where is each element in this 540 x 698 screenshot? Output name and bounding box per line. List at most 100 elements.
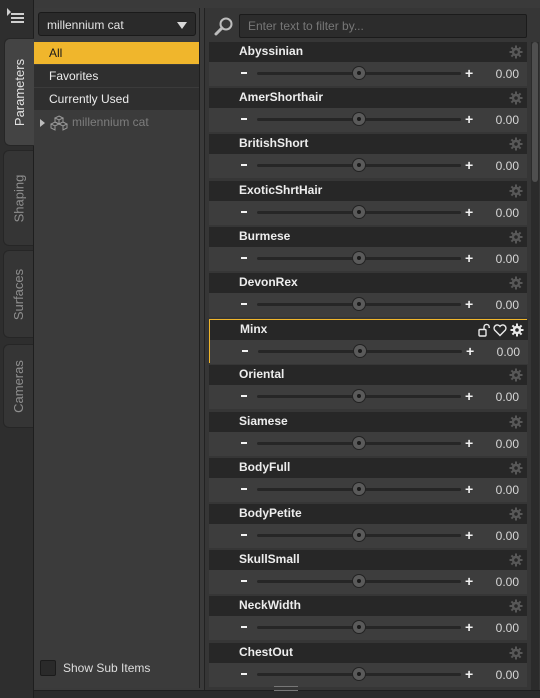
parameter-row[interactable]: AmerShorthair +0.00: [209, 88, 527, 133]
decrement-button[interactable]: [241, 256, 247, 259]
parameter-row[interactable]: BodyPetite +0.00: [209, 504, 527, 548]
parameter-row[interactable]: Siamese +0.00: [209, 411, 527, 456]
parameter-value[interactable]: 0.00: [496, 483, 519, 497]
decrement-button[interactable]: [241, 395, 247, 398]
parameter-value[interactable]: 0.00: [496, 529, 519, 543]
parameter-row[interactable]: ChestOut +0.00: [209, 642, 527, 687]
parameter-row[interactable]: Burmese +0.00: [209, 226, 527, 271]
gear-icon[interactable]: [510, 323, 524, 337]
decrement-button[interactable]: [241, 164, 247, 167]
gear-icon[interactable]: [509, 599, 523, 613]
gear-icon[interactable]: [509, 184, 523, 198]
parameter-row[interactable]: BodyFull +0.00: [209, 457, 527, 502]
parameter-value[interactable]: 0.00: [497, 345, 520, 359]
increment-button[interactable]: +: [465, 619, 473, 635]
gear-icon[interactable]: [509, 276, 523, 290]
increment-button[interactable]: +: [465, 111, 473, 127]
decrement-button[interactable]: [241, 441, 247, 444]
gear-icon[interactable]: [509, 507, 523, 521]
increment-button[interactable]: +: [465, 157, 473, 173]
heart-icon[interactable]: [493, 323, 507, 337]
category-item-all[interactable]: All: [34, 42, 199, 65]
slider-thumb[interactable]: [353, 344, 367, 359]
show-sub-items-checkbox[interactable]: [40, 660, 56, 676]
gear-icon[interactable]: [509, 137, 523, 151]
gear-icon[interactable]: [509, 45, 523, 59]
parameter-value[interactable]: 0.00: [496, 159, 519, 173]
increment-button[interactable]: +: [465, 435, 473, 451]
increment-button[interactable]: +: [465, 481, 473, 497]
decrement-button[interactable]: [241, 626, 247, 629]
category-item-favorites[interactable]: Favorites: [34, 65, 199, 88]
parameter-row[interactable]: ExoticShrtHair +0.00: [209, 180, 527, 225]
decrement-button[interactable]: [241, 487, 247, 490]
slider-thumb[interactable]: [352, 297, 366, 311]
increment-button[interactable]: +: [465, 65, 473, 81]
parameter-row[interactable]: SkullSmall +0.00: [209, 550, 527, 595]
tab-surfaces[interactable]: Surfaces: [3, 250, 33, 338]
increment-button[interactable]: +: [465, 204, 473, 220]
increment-button[interactable]: +: [465, 250, 473, 266]
parameter-value[interactable]: 0.00: [496, 67, 519, 81]
parameter-value[interactable]: 0.00: [496, 575, 519, 589]
parameter-value[interactable]: 0.00: [496, 390, 519, 404]
gear-icon[interactable]: [509, 368, 523, 382]
slider-thumb[interactable]: [352, 158, 366, 173]
expand-arrow-icon[interactable]: [40, 119, 45, 127]
parameter-value[interactable]: 0.00: [496, 668, 519, 682]
parameter-scrollbar[interactable]: [531, 42, 539, 692]
parameter-row[interactable]: Oriental +0.00: [209, 365, 527, 410]
slider-thumb[interactable]: [352, 666, 366, 681]
gear-icon[interactable]: [509, 646, 523, 660]
decrement-button[interactable]: [241, 534, 247, 536]
slider-thumb[interactable]: [352, 204, 366, 219]
decrement-button[interactable]: [241, 672, 247, 675]
increment-button[interactable]: +: [465, 527, 473, 543]
increment-button[interactable]: +: [466, 343, 474, 359]
slider-thumb[interactable]: [352, 250, 366, 265]
pane-menu-icon[interactable]: [7, 8, 27, 28]
gear-icon[interactable]: [509, 461, 523, 475]
parameter-value[interactable]: 0.00: [496, 206, 519, 220]
tab-shaping[interactable]: Shaping: [3, 150, 33, 246]
tree-node-figure[interactable]: millennium cat: [34, 111, 199, 134]
slider-thumb[interactable]: [352, 435, 366, 450]
gear-icon[interactable]: [509, 553, 523, 567]
resize-grip[interactable]: [274, 686, 298, 691]
parameter-row[interactable]: DevonRex +0.00: [209, 273, 527, 317]
parameter-row[interactable]: NeckWidth +0.00: [209, 596, 527, 641]
increment-button[interactable]: +: [465, 573, 473, 589]
decrement-button[interactable]: [241, 210, 247, 213]
gear-icon[interactable]: [509, 91, 523, 105]
decrement-button[interactable]: [241, 580, 247, 583]
lock-icon[interactable]: [476, 323, 490, 337]
decrement-button[interactable]: [241, 118, 247, 121]
increment-button[interactable]: +: [465, 666, 473, 682]
parameter-value[interactable]: 0.00: [496, 621, 519, 635]
parameter-row[interactable]: Minx +0.00: [209, 319, 528, 365]
slider-thumb[interactable]: [352, 389, 366, 404]
filter-input[interactable]: [239, 14, 527, 38]
category-item-currently-used[interactable]: Currently Used: [34, 88, 199, 111]
gear-icon[interactable]: [509, 415, 523, 429]
parameter-value[interactable]: 0.00: [496, 437, 519, 451]
slider-thumb[interactable]: [352, 620, 366, 635]
slider-thumb[interactable]: [352, 528, 366, 542]
parameter-value[interactable]: 0.00: [496, 113, 519, 127]
increment-button[interactable]: +: [465, 296, 473, 312]
decrement-button[interactable]: [241, 303, 247, 305]
increment-button[interactable]: +: [465, 388, 473, 404]
parameter-row[interactable]: Abyssinian +0.00: [209, 42, 527, 86]
gear-icon[interactable]: [509, 230, 523, 244]
parameter-value[interactable]: 0.00: [496, 298, 519, 312]
node-selector-dropdown[interactable]: millennium cat: [38, 12, 196, 36]
decrement-button[interactable]: [242, 350, 248, 353]
decrement-button[interactable]: [241, 72, 247, 74]
tab-cameras[interactable]: Cameras: [3, 344, 33, 428]
slider-thumb[interactable]: [352, 574, 366, 589]
tab-parameters[interactable]: Parameters: [4, 38, 34, 146]
scrollbar-thumb[interactable]: [532, 42, 538, 182]
slider-thumb[interactable]: [352, 112, 366, 127]
slider-thumb[interactable]: [352, 66, 366, 80]
parameter-row[interactable]: BritishShort +0.00: [209, 134, 527, 179]
